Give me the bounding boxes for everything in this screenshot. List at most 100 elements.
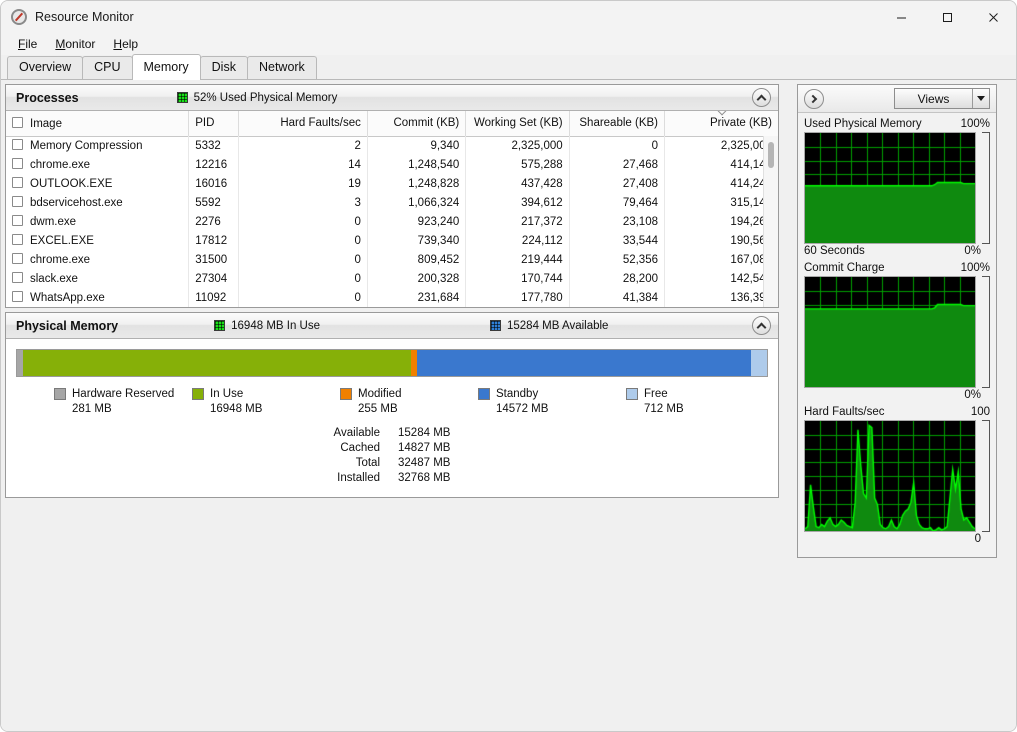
row-pid: 16016: [189, 174, 239, 193]
views-dropdown[interactable]: Views: [894, 88, 990, 109]
row-image-cell[interactable]: OUTLOOK.EXE: [6, 174, 189, 193]
expand-graphs-button[interactable]: [804, 89, 824, 109]
memory-legend: Hardware Reserved 281 MB In Use 16948 MB: [16, 387, 768, 417]
table-row[interactable]: WhatsApp.exe 11092 0 231,684 177,780 41,…: [6, 288, 778, 307]
processes-panel: Processes 52% Used Physical Memory: [5, 84, 779, 308]
physical-memory-collapse-button[interactable]: [752, 316, 771, 335]
row-checkbox[interactable]: [12, 253, 23, 264]
row-checkbox[interactable]: [12, 177, 23, 188]
column-header-working-set[interactable]: Working Set (KB): [466, 111, 569, 136]
sort-descending-icon: [717, 111, 726, 116]
table-row[interactable]: dwm.exe 2276 0 923,240 217,372 23,108 19…: [6, 212, 778, 231]
row-image-cell[interactable]: chrome.exe: [6, 155, 189, 174]
column-header-hard-faults[interactable]: Hard Faults/sec: [239, 111, 367, 136]
graph-1-title: Commit Charge: [804, 261, 885, 276]
row-private: 190,568: [665, 231, 779, 250]
row-image: chrome.exe: [30, 254, 90, 266]
memory-bar: [16, 349, 768, 377]
row-private: 414,140: [665, 155, 779, 174]
row-image-cell[interactable]: EXCEL.EXE: [6, 231, 189, 250]
row-private: 136,396: [665, 288, 779, 307]
table-row[interactable]: slack.exe 27304 0 200,328 170,744 28,200…: [6, 269, 778, 288]
table-row[interactable]: chrome.exe 12216 14 1,248,540 575,288 27…: [6, 155, 778, 174]
processes-scrollbar-thumb[interactable]: [768, 142, 774, 168]
processes-scrollbar[interactable]: [763, 136, 778, 307]
row-shareable: 27,468: [569, 155, 664, 174]
physical-memory-panel-header[interactable]: Physical Memory 16948 MB In Use 15284 MB…: [6, 313, 778, 339]
memory-segment-in-use: [23, 350, 411, 376]
processes-table-head: Image PID Hard Faults/sec Commit (KB) Wo…: [6, 111, 778, 137]
menu-file[interactable]: File: [9, 35, 46, 53]
graph-0-canvas: [804, 132, 976, 244]
maximize-button[interactable]: [924, 1, 970, 33]
menu-help[interactable]: Help: [104, 35, 147, 53]
row-checkbox[interactable]: [12, 196, 23, 207]
select-all-checkbox[interactable]: [12, 117, 23, 128]
legend-item-standby: Standby 14572 MB: [478, 387, 626, 417]
graph-1-labels: Commit Charge 100%: [804, 261, 990, 276]
row-shareable: 23,108: [569, 212, 664, 231]
row-checkbox[interactable]: [12, 291, 23, 302]
graph-1-ymin: 0%: [964, 388, 981, 403]
row-shareable: 79,464: [569, 193, 664, 212]
row-image-cell[interactable]: chrome.exe: [6, 250, 189, 269]
row-hard-faults: 0: [239, 288, 367, 307]
legend-label-standby: Standby: [496, 388, 538, 400]
column-header-image[interactable]: Image: [6, 111, 189, 136]
row-private: 315,148: [665, 193, 779, 212]
legend-swatch-standby: [478, 388, 490, 400]
memory-summary-table: Available 15284 MB Cached 14827 MB Total…: [334, 425, 451, 485]
close-button[interactable]: [970, 1, 1016, 33]
graph-1-canvas-wrap: [804, 276, 990, 388]
legend-label-in-use: In Use: [210, 388, 243, 400]
legend-item-in-use: In Use 16948 MB: [192, 387, 340, 417]
graph-2-canvas: [804, 420, 976, 532]
table-row[interactable]: bdservicehost.exe 5592 3 1,066,324 394,6…: [6, 193, 778, 212]
menu-file-rest: ile: [25, 37, 37, 51]
graph-0-bracket: [982, 132, 990, 244]
column-header-private-label: Private (KB): [710, 117, 772, 129]
processes-panel-header[interactable]: Processes 52% Used Physical Memory: [6, 85, 778, 111]
row-image-cell[interactable]: WhatsApp.exe: [6, 288, 189, 307]
row-private: 194,264: [665, 212, 779, 231]
column-header-commit[interactable]: Commit (KB): [367, 111, 465, 136]
tab-disk[interactable]: Disk: [200, 56, 248, 79]
window-title: Resource Monitor: [35, 10, 134, 24]
table-row[interactable]: Memory Compression 5332 2 9,340 2,325,00…: [6, 136, 778, 155]
summary-key-installed: Installed: [334, 470, 398, 485]
tab-overview[interactable]: Overview: [7, 56, 83, 79]
menu-help-rest: elp: [122, 37, 138, 51]
summary-key-cached: Cached: [334, 440, 398, 455]
graph-2-ymax: 100: [971, 405, 990, 420]
row-checkbox[interactable]: [12, 158, 23, 169]
row-hard-faults: 14: [239, 155, 367, 174]
processes-collapse-button[interactable]: [752, 88, 771, 107]
row-pid: 2276: [189, 212, 239, 231]
row-shareable: 52,356: [569, 250, 664, 269]
row-image-cell[interactable]: dwm.exe: [6, 212, 189, 231]
row-hard-faults: 0: [239, 212, 367, 231]
tab-memory[interactable]: Memory: [132, 54, 201, 80]
table-row[interactable]: OUTLOOK.EXE 16016 19 1,248,828 437,428 2…: [6, 174, 778, 193]
menu-monitor[interactable]: Monitor: [46, 35, 104, 53]
row-image-cell[interactable]: Memory Compression: [6, 136, 189, 155]
row-checkbox[interactable]: [12, 215, 23, 226]
column-header-shareable[interactable]: Shareable (KB): [569, 111, 664, 136]
row-checkbox[interactable]: [12, 139, 23, 150]
blue-swatch-icon: [490, 320, 501, 331]
row-commit: 231,684: [367, 288, 465, 307]
resource-monitor-icon: [11, 9, 27, 25]
row-checkbox[interactable]: [12, 234, 23, 245]
tab-network[interactable]: Network: [247, 56, 317, 79]
row-image-cell[interactable]: slack.exe: [6, 269, 189, 288]
table-row[interactable]: chrome.exe 31500 0 809,452 219,444 52,35…: [6, 250, 778, 269]
row-shareable: 33,544: [569, 231, 664, 250]
chevron-down-icon[interactable]: [972, 89, 989, 108]
table-row[interactable]: EXCEL.EXE 17812 0 739,340 224,112 33,544…: [6, 231, 778, 250]
column-header-private[interactable]: Private (KB): [665, 111, 779, 136]
row-image-cell[interactable]: bdservicehost.exe: [6, 193, 189, 212]
column-header-pid[interactable]: PID: [189, 111, 239, 136]
tab-cpu[interactable]: CPU: [82, 56, 132, 79]
row-checkbox[interactable]: [12, 272, 23, 283]
minimize-button[interactable]: [878, 1, 924, 33]
